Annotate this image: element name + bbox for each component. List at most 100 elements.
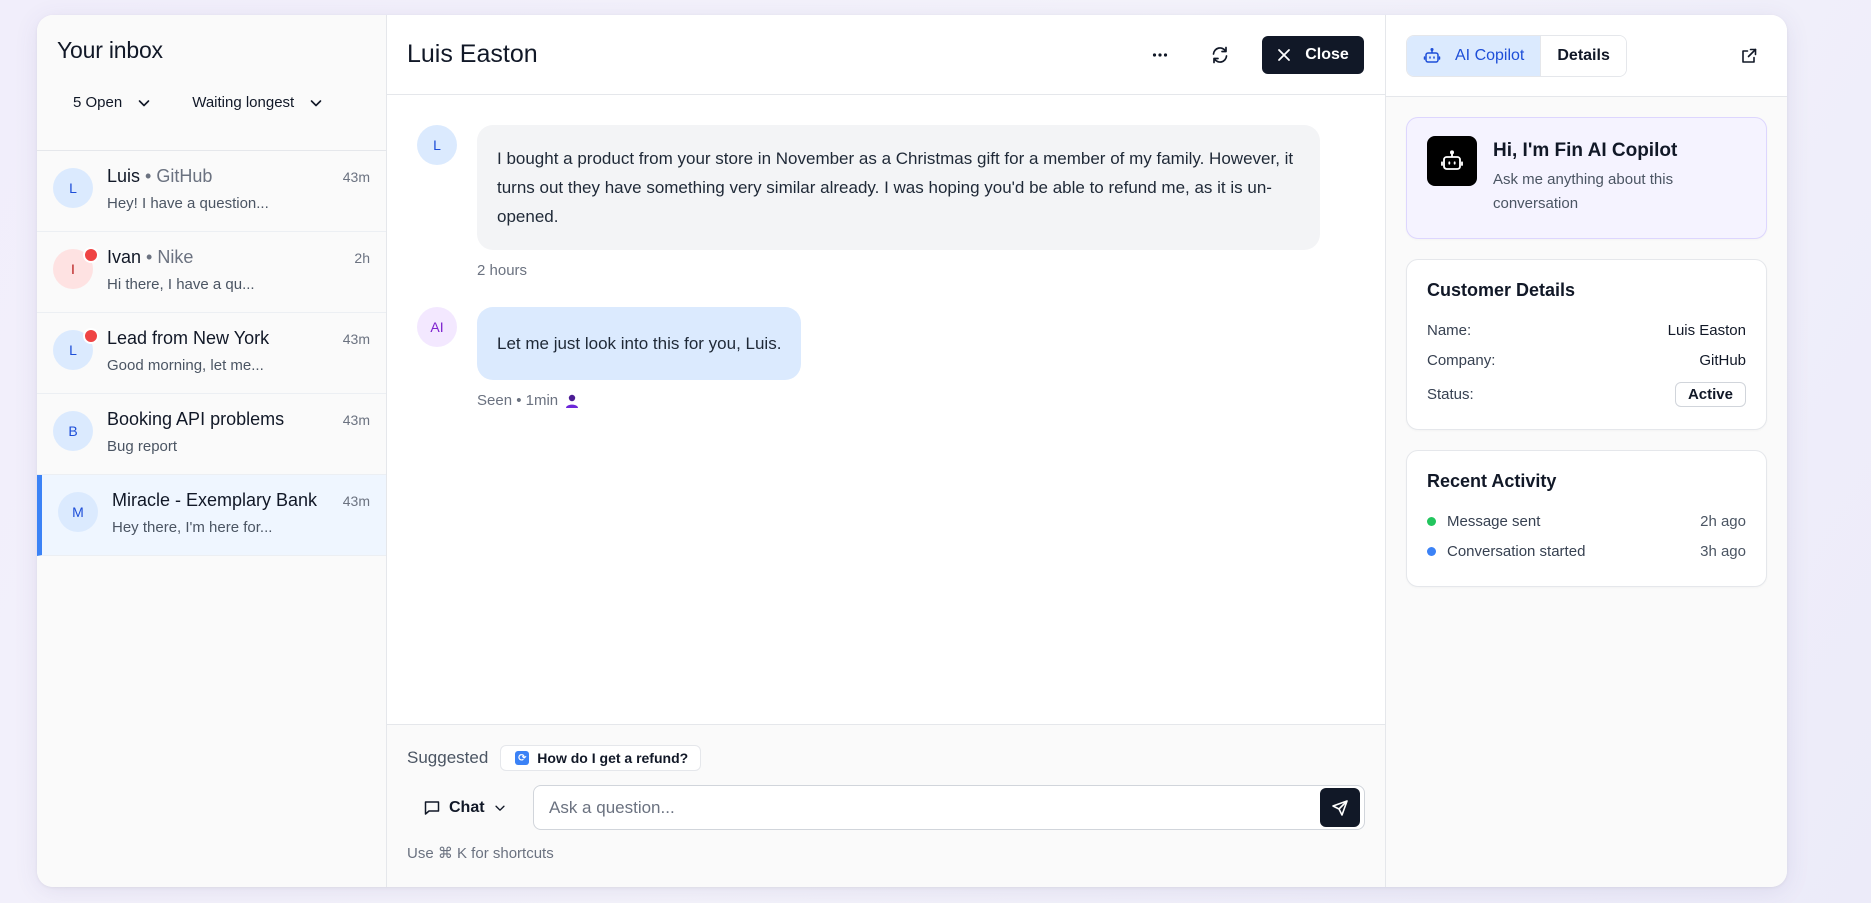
inbox-app: Your inbox 5 Open Waiting longest L Luis… (37, 15, 1787, 887)
message-meta: Seen • 1min (477, 392, 801, 409)
avatar: L (53, 168, 93, 208)
copilot-avatar (1427, 136, 1477, 186)
activity-time: 3h ago (1700, 542, 1746, 560)
sidebar-header: Your inbox 5 Open Waiting longest (37, 15, 386, 151)
conversation-preview: Bug report (107, 438, 178, 455)
conversation-time: 43m (342, 493, 370, 509)
inbox-title: Your inbox (57, 37, 163, 63)
message-bubble: I bought a product from your store in No… (477, 125, 1320, 250)
conversation-time: 43m (342, 169, 370, 185)
customer-company: GitHub (1699, 351, 1746, 369)
conversation-preview: Hey! I have a question... (107, 195, 269, 212)
chat-bubble-icon (424, 800, 440, 815)
avatar: B (53, 411, 93, 451)
conversation-list: L Luis • GitHub 43m Hey! I have a questi… (37, 151, 386, 887)
bot-icon (1423, 47, 1441, 63)
copilot-title: Hi, I'm Fin AI Copilot (1493, 140, 1678, 161)
composer: Suggested ⟳ How do I get a refund? Chat (387, 724, 1385, 887)
recent-activity-card: Recent Activity Message sent 2h ago Conv… (1406, 450, 1767, 587)
status-filter-label: 5 Open (73, 94, 123, 111)
suggested-question-text: How do I get a refund? (537, 750, 689, 766)
shortcut-hint: Use ⌘ K for shortcuts (407, 845, 554, 862)
conversation-preview: Hi there, I have a qu... (107, 276, 255, 293)
send-icon (1332, 799, 1348, 816)
refresh-button[interactable] (1202, 37, 1238, 73)
refresh-icon: ⟳ (515, 751, 530, 765)
message-customer: L I bought a product from your store in … (417, 125, 1355, 279)
conversation-item[interactable]: L Lead from New York 43m Good morning, l… (37, 313, 386, 394)
conversation-item[interactable]: L Luis • GitHub 43m Hey! I have a questi… (37, 151, 386, 232)
channel-label: Chat (449, 798, 485, 816)
customer-details-card: Customer Details Name: Luis Easton Compa… (1406, 259, 1767, 430)
conversation-item[interactable]: B Booking API problems 43m Bug report (37, 394, 386, 475)
conversation-name: Lead from New York (107, 328, 270, 348)
copilot-panel: AI Copilot Details Hi, I'm Fin AI Copilo… (1386, 15, 1787, 887)
conversation-name: Miracle - Exemplary Bank (112, 490, 318, 510)
message-input-wrapper (533, 785, 1365, 830)
channel-selector[interactable]: Chat (407, 799, 533, 817)
status-dot (1427, 546, 1436, 556)
message-agent: AI Let me just look into this for you, L… (417, 307, 1355, 409)
status-dot (1427, 516, 1436, 526)
detail-row-status: Status: Active (1427, 379, 1746, 409)
user-icon (566, 394, 579, 408)
tab-details[interactable]: Details (1540, 35, 1626, 76)
suggested-question-chip[interactable]: ⟳ How do I get a refund? (500, 745, 702, 771)
conversation-item[interactable]: I Ivan • Nike 2h Hi there, I have a qu..… (37, 232, 386, 313)
detail-label: Name: (1427, 321, 1472, 339)
detail-row-company: Company: GitHub (1427, 345, 1746, 375)
message-bubble: Let me just look into this for you, Luis… (477, 307, 802, 380)
detail-label: Company: (1427, 351, 1496, 369)
status-badge: Active (1674, 381, 1746, 407)
status-filter-dropdown[interactable]: 5 Open (73, 94, 152, 111)
detail-row-name: Name: Luis Easton (1427, 315, 1746, 345)
sort-filter-label: Waiting longest (192, 94, 295, 111)
tab-details-label: Details (1557, 46, 1610, 64)
copilot-header: AI Copilot Details (1386, 15, 1787, 97)
conversation-name: Ivan • Nike (107, 247, 194, 267)
send-button[interactable] (1320, 788, 1360, 827)
conversation-name: Luis • GitHub (107, 166, 213, 186)
chevron-down-icon (310, 99, 322, 106)
bot-icon (1441, 150, 1463, 170)
chevron-down-icon (138, 99, 150, 106)
close-conversation-button[interactable]: Close (1262, 35, 1364, 74)
activity-item: Conversation started 3h ago (1427, 536, 1746, 566)
message-input[interactable] (549, 797, 1320, 818)
message-thread: L I bought a product from your store in … (387, 95, 1385, 724)
avatar: L (53, 328, 99, 370)
conversation-panel: Luis Easton Close L I bought a product f… (387, 15, 1386, 887)
avatar: I (53, 247, 99, 289)
open-external-button[interactable] (1731, 38, 1767, 74)
detail-label: Status: (1427, 385, 1474, 403)
chevron-down-icon (494, 805, 505, 811)
unread-indicator (83, 247, 99, 263)
conversation-title: Luis Easton (407, 40, 538, 68)
conversation-item-selected[interactable]: M Miracle - Exemplary Bank 43m Hey there… (37, 475, 386, 556)
activity-time: 2h ago (1700, 512, 1746, 530)
tab-ai-copilot[interactable]: AI Copilot (1407, 35, 1541, 76)
more-horizontal-icon (1152, 52, 1168, 57)
panel-tabs: AI Copilot Details (1406, 34, 1627, 77)
sort-filter-dropdown[interactable]: Waiting longest (192, 94, 324, 111)
recent-activity-title: Recent Activity (1427, 471, 1557, 491)
avatar: AI (417, 307, 457, 347)
refresh-icon (1212, 46, 1228, 63)
activity-item: Message sent 2h ago (1427, 506, 1746, 536)
conversation-time: 43m (342, 412, 370, 428)
external-link-icon (1742, 48, 1757, 63)
avatar: M (58, 492, 98, 532)
suggested-label: Suggested (407, 748, 489, 767)
conversation-time: 43m (342, 331, 370, 347)
unread-indicator (83, 328, 99, 344)
more-options-button[interactable] (1142, 37, 1178, 73)
close-icon (1278, 48, 1291, 61)
copilot-intro-card: Hi, I'm Fin AI Copilot Ask me anything a… (1406, 117, 1767, 239)
message-meta: 2 hours (477, 262, 528, 279)
copilot-subtitle: Ask me anything about this conversation (1493, 171, 1674, 212)
conversation-header: Luis Easton Close (387, 15, 1385, 95)
close-button-label: Close (1305, 45, 1349, 63)
conversation-name: Booking API problems (107, 409, 285, 429)
conversation-preview: Good morning, let me... (107, 357, 264, 374)
customer-details-title: Customer Details (1427, 280, 1576, 300)
